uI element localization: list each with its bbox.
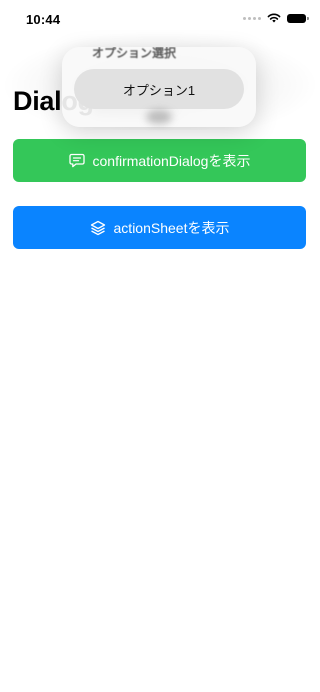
popover-shadow-blob <box>146 110 172 124</box>
popover-title: オプション選択 <box>92 47 177 60</box>
action-sheet-button[interactable]: actionSheetを表示 <box>13 206 306 249</box>
action-sheet-button-label: actionSheetを表示 <box>113 219 230 236</box>
status-time: 10:44 <box>26 12 61 27</box>
battery-icon <box>287 13 309 23</box>
confirmation-dialog-button[interactable]: confirmationDialogを表示 <box>13 139 306 182</box>
option-item[interactable]: オプション1 <box>74 69 244 109</box>
status-icons <box>243 13 309 23</box>
message-bubble-icon <box>68 153 85 168</box>
cellular-signal-icon <box>243 16 261 20</box>
option-item-label: オプション1 <box>122 82 196 98</box>
wifi-icon <box>267 13 281 23</box>
confirmation-dialog-button-label: confirmationDialogを表示 <box>92 152 251 169</box>
layers-stack-icon <box>90 220 106 236</box>
